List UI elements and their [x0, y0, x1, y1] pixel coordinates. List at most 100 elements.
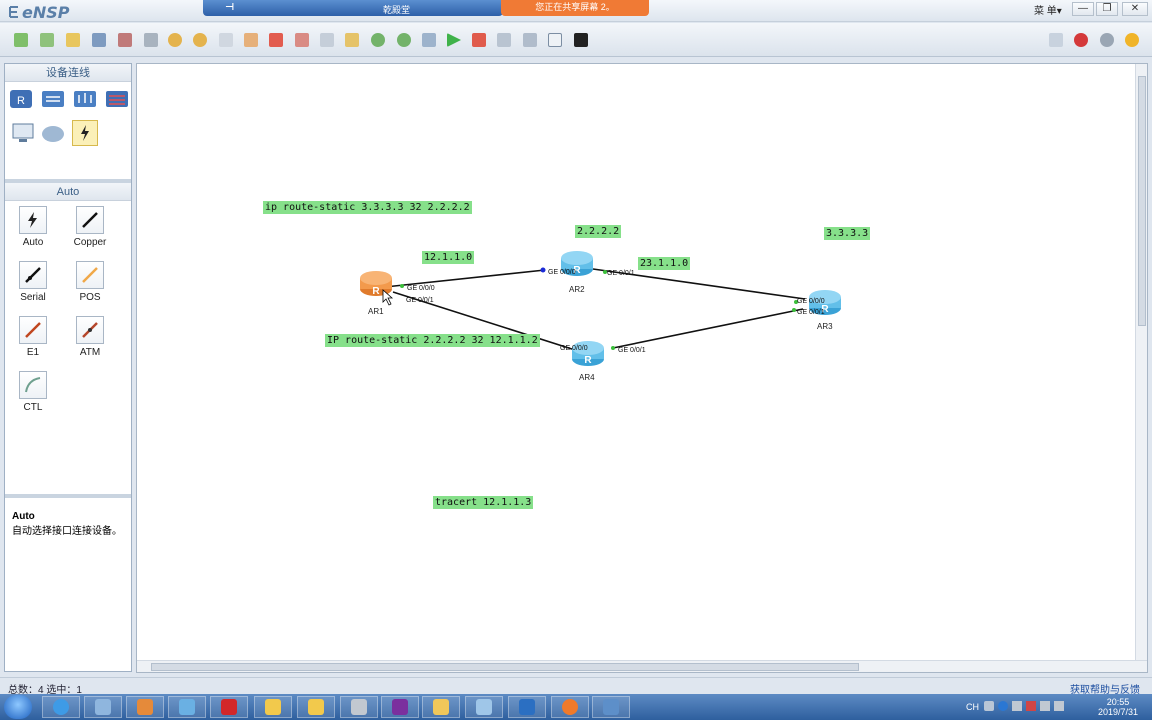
- router-label: AR2: [569, 285, 585, 294]
- undo-icon[interactable]: [166, 31, 184, 49]
- new-topology-icon[interactable]: [12, 31, 30, 49]
- ctl-tool[interactable]: CTL: [5, 371, 61, 421]
- printer-icon[interactable]: [340, 696, 378, 718]
- folder-icon[interactable]: [422, 696, 460, 718]
- ensp-taskbar-icon[interactable]: [592, 696, 630, 718]
- computer-icon[interactable]: [84, 696, 122, 718]
- delete-links-icon[interactable]: [293, 31, 311, 49]
- pc-category-icon[interactable]: [10, 120, 36, 146]
- e1-tool[interactable]: E1: [5, 316, 61, 366]
- help-app-icon[interactable]: [254, 696, 292, 718]
- help-icon[interactable]: [1123, 31, 1141, 49]
- hand-icon[interactable]: [242, 31, 260, 49]
- zoom-out-icon[interactable]: [395, 31, 413, 49]
- ctl-cable-icon: [25, 377, 41, 393]
- delete-icon[interactable]: [267, 31, 285, 49]
- title-bar: eNSP ⊣ 乾殿堂 您正在共享屏幕 2。 菜 单▾ — ❐ ✕: [0, 0, 1152, 22]
- topology-icon[interactable]: [521, 31, 539, 49]
- app-icon[interactable]: [465, 696, 503, 718]
- start-devices-icon[interactable]: [445, 31, 463, 49]
- volume-icon[interactable]: [1054, 701, 1064, 711]
- action-center-icon[interactable]: [1040, 701, 1050, 711]
- onenote-icon[interactable]: [381, 696, 419, 718]
- port-label: GE 0/0/1: [618, 347, 646, 354]
- text-note-icon[interactable]: [318, 31, 336, 49]
- settings-icon[interactable]: [1098, 31, 1116, 49]
- select-icon[interactable]: [217, 31, 235, 49]
- fit-view-icon[interactable]: [420, 31, 438, 49]
- stop-devices-icon[interactable]: [470, 31, 488, 49]
- cloud-category-icon[interactable]: [40, 120, 66, 146]
- text-note[interactable]: tracert 12.1.1.3: [433, 496, 534, 509]
- copper-tool[interactable]: Copper: [62, 206, 118, 256]
- window-icon[interactable]: [546, 31, 564, 49]
- pos-tool[interactable]: POS: [62, 261, 118, 311]
- firefox-icon[interactable]: [551, 696, 589, 718]
- help-app-2-icon[interactable]: [297, 696, 335, 718]
- menu-button[interactable]: 菜 单▾: [1034, 2, 1062, 17]
- windows-taskbar: CH 20:55 2019/7/31: [0, 694, 1152, 720]
- save-as-icon[interactable]: [116, 31, 134, 49]
- restore-button[interactable]: ❐: [1096, 2, 1118, 16]
- text-note[interactable]: 3.3.3.3: [824, 227, 871, 240]
- pin-icon[interactable]: ⊣: [225, 2, 234, 13]
- vertical-scroll-thumb[interactable]: [1138, 76, 1146, 326]
- system-clock[interactable]: 20:55 2019/7/31: [1098, 697, 1138, 717]
- atm-tool[interactable]: ATM: [62, 316, 118, 366]
- router-category-icon[interactable]: R: [8, 86, 34, 112]
- network-tray-icon[interactable]: [1026, 701, 1036, 711]
- clock-time: 20:55: [1106, 697, 1130, 707]
- horizontal-scroll-thumb[interactable]: [151, 663, 859, 671]
- svg-text:R: R: [17, 95, 25, 107]
- text-note[interactable]: 2.2.2.2: [575, 225, 622, 238]
- horizontal-scrollbar[interactable]: [137, 660, 1147, 672]
- text-note[interactable]: 23.1.1.0: [638, 257, 691, 270]
- firewall-category-icon[interactable]: [104, 86, 130, 112]
- connection-category-icon[interactable]: [72, 120, 98, 146]
- wlan-category-icon[interactable]: [72, 86, 98, 112]
- serial-tool[interactable]: Serial: [5, 261, 61, 311]
- tray-icon[interactable]: [1012, 701, 1022, 711]
- link-ar4-ar3[interactable]: [612, 308, 804, 349]
- pdf-icon[interactable]: [210, 696, 248, 718]
- start-button-icon[interactable]: [4, 695, 32, 719]
- save-icon[interactable]: [90, 31, 108, 49]
- wireshark-icon[interactable]: [508, 696, 546, 718]
- main-toolbar: [0, 23, 1152, 57]
- message-icon[interactable]: [1047, 31, 1065, 49]
- tool-label: Copper: [73, 237, 107, 248]
- text-note[interactable]: ip route-static 3.3.3.3 32 2.2.2.2: [263, 201, 472, 214]
- topology-canvas[interactable]: R R R R ip route-static 3.3.3.3 32 2.2.2…: [136, 63, 1148, 673]
- panel-divider: [5, 494, 131, 498]
- text-note[interactable]: 12.1.1.0: [422, 251, 475, 264]
- print-icon[interactable]: [142, 31, 160, 49]
- tool-label: POS: [79, 292, 101, 303]
- router-ar1[interactable]: R: [360, 271, 392, 297]
- keyboard-icon[interactable]: [984, 701, 994, 711]
- huawei-icon[interactable]: [1072, 31, 1090, 49]
- vertical-scrollbar[interactable]: [1135, 64, 1147, 660]
- auto-tool[interactable]: Auto: [5, 206, 61, 256]
- system-tray: CH 20:55 2019/7/31: [962, 694, 1152, 720]
- open-icon[interactable]: [64, 31, 82, 49]
- network-icon[interactable]: [168, 696, 206, 718]
- palette-icon[interactable]: [343, 31, 361, 49]
- books-icon[interactable]: [126, 696, 164, 718]
- new-example-icon[interactable]: [38, 31, 56, 49]
- input-language[interactable]: CH: [966, 702, 979, 712]
- close-button[interactable]: ✕: [1122, 2, 1148, 16]
- terminal-icon[interactable]: [572, 31, 590, 49]
- minimize-button[interactable]: —: [1072, 2, 1094, 16]
- ensp-logo-icon: [9, 6, 18, 18]
- help-tray-icon[interactable]: [998, 701, 1008, 711]
- zoom-in-icon[interactable]: [369, 31, 387, 49]
- screen-share-bar[interactable]: ⊣ 乾殿堂: [203, 0, 503, 16]
- port-label: GE 0/0/1: [406, 297, 434, 304]
- switch-category-icon[interactable]: [40, 86, 66, 112]
- text-note[interactable]: IP route-static 2.2.2.2 32 12.1.1.2: [325, 334, 540, 347]
- redo-icon[interactable]: [191, 31, 209, 49]
- capture-icon[interactable]: [495, 31, 513, 49]
- atm-cable-icon: [82, 322, 98, 338]
- ie-icon[interactable]: [42, 696, 80, 718]
- share-notice[interactable]: 您正在共享屏幕 2。: [501, 0, 649, 16]
